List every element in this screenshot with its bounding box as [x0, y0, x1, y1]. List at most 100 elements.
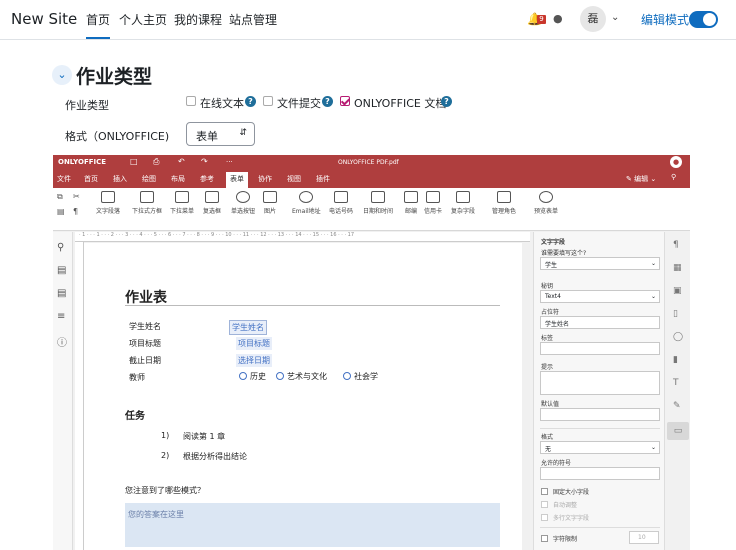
search-icon[interactable]: ⚲: [671, 173, 676, 181]
checkbox-button[interactable]: 复选框: [203, 191, 221, 215]
menu-view[interactable]: 视图: [287, 174, 301, 184]
project-title-field[interactable]: 项目标题: [236, 337, 272, 350]
form-settings-icon[interactable]: ▭: [667, 422, 689, 440]
nav-site-admin[interactable]: 站点管理: [229, 11, 277, 28]
paste-icon[interactable]: ▤: [57, 207, 65, 216]
checkbox-icon: [205, 191, 219, 203]
multiline-checkbox[interactable]: [541, 514, 548, 521]
key-select[interactable]: Text4 ⌄: [540, 290, 660, 303]
placeholder-input[interactable]: 学生姓名: [540, 316, 660, 329]
search-icon[interactable]: ⚲: [57, 242, 64, 253]
help-icon[interactable]: ?: [322, 96, 333, 107]
allowed-symbols-input[interactable]: [540, 467, 660, 480]
undo-icon[interactable]: ↶: [178, 157, 185, 166]
info-icon[interactable]: ⓘ: [57, 334, 67, 349]
radio-button-button[interactable]: 单选按钮: [231, 191, 255, 215]
collapse-chevron-icon[interactable]: ⌄: [52, 65, 72, 85]
format-select[interactable]: 表单 ⇵: [186, 122, 255, 146]
default-value-input[interactable]: [540, 408, 660, 421]
char-limit-checkbox[interactable]: [541, 535, 548, 542]
radio-circle: [239, 372, 247, 380]
dropdown-button[interactable]: 下拉菜单: [170, 191, 194, 215]
preview-form-button[interactable]: 预览表单: [534, 191, 558, 215]
chat-icon[interactable]: ●: [553, 12, 563, 25]
help-icon[interactable]: ?: [245, 96, 256, 107]
menu-plugins[interactable]: 插件: [316, 174, 330, 184]
menu-collaborate[interactable]: 协作: [258, 174, 272, 184]
manage-roles-button[interactable]: 管理角色: [492, 191, 516, 215]
signature-icon[interactable]: ✎: [673, 401, 681, 411]
credit-card-button[interactable]: 信用卡: [424, 191, 442, 215]
dropdown-icon: [175, 191, 189, 203]
combo-box-button[interactable]: 下拉式方框: [132, 191, 162, 215]
chat-icon[interactable]: ▤: [57, 288, 66, 299]
teacher-radio-history[interactable]: 历史: [239, 371, 266, 382]
nav-my-courses[interactable]: 我的课程: [174, 11, 222, 28]
complex-field-button[interactable]: 复杂字段: [451, 191, 475, 215]
fixed-size-checkbox[interactable]: [541, 488, 548, 495]
student-name-field[interactable]: 学生姓名: [229, 320, 267, 335]
cut-icon[interactable]: ✂: [73, 192, 80, 201]
who-fills-select[interactable]: 学生 ⌄: [540, 257, 660, 270]
zip-button[interactable]: 邮编: [404, 191, 418, 215]
edit-mode-menu[interactable]: ✎ 编辑 ⌄: [626, 174, 656, 184]
redo-icon[interactable]: ↷: [201, 157, 208, 166]
edit-mode-menu-label: 编辑: [634, 175, 649, 183]
menu-file[interactable]: 文件: [57, 174, 71, 184]
menu-draw[interactable]: 绘图: [142, 174, 156, 184]
chart-icon[interactable]: ▮: [673, 355, 678, 365]
autofit-checkbox[interactable]: [541, 501, 548, 508]
format-painter-icon[interactable]: ¶: [73, 207, 78, 216]
menu-forms[interactable]: 表单: [226, 172, 248, 188]
horizontal-ruler[interactable]: · 1 · · · 1 · · · 2 · · · 3 · · · 4 · · …: [75, 232, 530, 242]
copy-icon[interactable]: ⧉: [57, 192, 63, 202]
who-fills-value: 学生: [545, 262, 558, 269]
comments-icon[interactable]: ▤: [57, 265, 66, 276]
vertical-ruler[interactable]: [75, 242, 84, 550]
nav-profile[interactable]: 个人主页: [119, 11, 167, 28]
nav-home[interactable]: 首页: [86, 11, 111, 39]
answer-field[interactable]: 您的答案在这里: [125, 503, 500, 547]
chevron-down-icon[interactable]: ⌄: [611, 12, 619, 23]
teacher-radio-sociology[interactable]: 社会学: [343, 371, 378, 382]
calendar-icon: [371, 191, 385, 203]
save-icon[interactable]: □: [130, 157, 138, 166]
text-art-icon[interactable]: T: [673, 378, 679, 388]
image-button[interactable]: 图片: [263, 191, 277, 215]
phone-icon: [334, 191, 348, 203]
table-icon[interactable]: ▦: [673, 263, 682, 273]
complex-field-icon: [456, 191, 470, 203]
menu-references[interactable]: 参考: [200, 174, 214, 184]
text-field-button[interactable]: 文字段落: [96, 191, 120, 215]
vertical-scrollbar[interactable]: [522, 243, 530, 550]
print-icon[interactable]: ⎙: [153, 157, 159, 167]
shape-icon[interactable]: ◯: [673, 332, 683, 342]
teacher-radio-arts[interactable]: 艺术与文化: [276, 371, 327, 382]
online-text-checkbox[interactable]: [186, 96, 196, 106]
format-label: 格式（ONLYOFFICE): [65, 130, 170, 143]
more-icon[interactable]: ···: [226, 158, 233, 166]
phone-button[interactable]: 电话号码: [329, 191, 353, 215]
onlyoffice-checkbox[interactable]: [340, 96, 350, 106]
header-footer-icon[interactable]: ▯: [673, 309, 678, 319]
format-field-select[interactable]: 无 ⌄: [540, 441, 660, 454]
paragraph-icon[interactable]: ¶: [673, 240, 679, 250]
site-name[interactable]: New Site: [11, 10, 77, 28]
file-submission-checkbox[interactable]: [263, 96, 273, 106]
tag-input[interactable]: [540, 342, 660, 355]
menu-insert[interactable]: 插入: [113, 174, 127, 184]
avatar[interactable]: 磊: [580, 6, 606, 32]
edit-mode-toggle[interactable]: [689, 11, 718, 28]
navigation-icon[interactable]: ≡: [57, 311, 65, 322]
image-icon[interactable]: ▣: [673, 286, 682, 296]
datetime-button[interactable]: 日期和时间: [363, 191, 393, 215]
email-button[interactable]: Email地址: [292, 191, 321, 215]
help-icon[interactable]: ?: [441, 96, 452, 107]
char-limit-input[interactable]: 10: [629, 531, 659, 544]
user-icon[interactable]: ●: [670, 156, 682, 168]
tip-label: 提示: [541, 364, 554, 371]
tip-input[interactable]: [540, 371, 660, 395]
menu-layout[interactable]: 布局: [171, 174, 185, 184]
menu-home[interactable]: 首页: [84, 174, 98, 184]
due-date-field[interactable]: 选择日期: [236, 354, 272, 367]
